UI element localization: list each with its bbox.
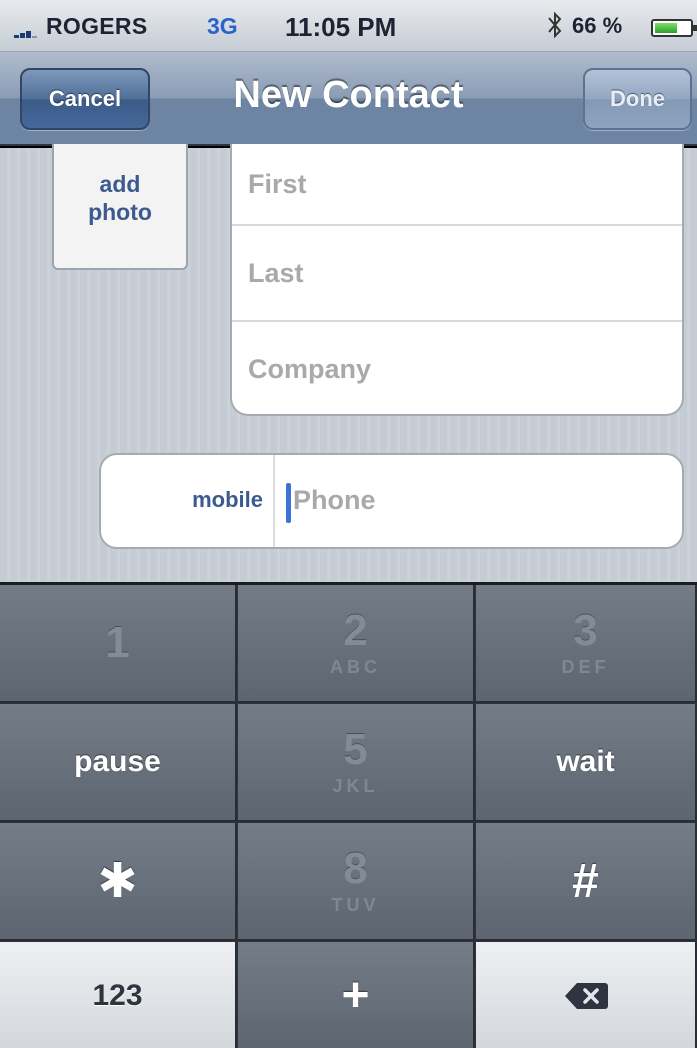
- key-plus[interactable]: +: [238, 942, 475, 1048]
- key-wait-label: wait: [556, 745, 615, 778]
- key-hash[interactable]: #: [476, 823, 697, 941]
- key-3-digit: 3: [573, 605, 598, 655]
- add-photo-button[interactable]: add photo: [52, 144, 188, 270]
- add-photo-label-line2: photo: [88, 199, 152, 225]
- key-5[interactable]: 5 JKL: [238, 704, 475, 822]
- done-button[interactable]: Done: [583, 68, 692, 130]
- first-name-placeholder: First: [248, 168, 307, 199]
- key-backspace[interactable]: [476, 942, 697, 1048]
- key-2-letters: ABC: [330, 656, 381, 677]
- add-photo-label-line1: add: [99, 171, 141, 197]
- backspace-icon: [564, 982, 608, 1009]
- navigation-bar: Cancel New Contact Done: [0, 52, 697, 146]
- company-placeholder: Company: [248, 353, 372, 384]
- first-name-field[interactable]: First: [232, 144, 682, 226]
- network-type: 3G: [207, 13, 238, 39]
- contact-form: add photo First Last Company mobile Phon…: [0, 144, 697, 582]
- key-hash-symbol: #: [572, 854, 599, 908]
- bluetooth-icon: [548, 11, 562, 39]
- key-8-digit: 8: [343, 843, 368, 893]
- battery-percent: 66 %: [572, 13, 623, 38]
- status-time: 11:05 PM: [285, 12, 397, 42]
- key-8-letters: TUV: [331, 894, 380, 915]
- key-2[interactable]: 2 ABC: [238, 585, 475, 703]
- key-plus-symbol: +: [341, 969, 370, 1022]
- key-5-digit: 5: [343, 724, 368, 774]
- key-8[interactable]: 8 TUV: [238, 823, 475, 941]
- phone-keypad: 1 2 ABC 3 DEF pause 5 JKL wait ✱ 8 TUV #…: [0, 582, 697, 1048]
- text-cursor: [286, 483, 291, 523]
- battery-icon: [651, 19, 697, 37]
- key-wait[interactable]: wait: [476, 704, 697, 822]
- last-name-field[interactable]: Last: [232, 226, 682, 322]
- key-3-letters: DEF: [561, 656, 610, 677]
- key-star-symbol: ✱: [97, 855, 138, 908]
- key-pause-label: pause: [74, 745, 161, 778]
- key-star[interactable]: ✱: [0, 823, 237, 941]
- key-3[interactable]: 3 DEF: [476, 585, 697, 703]
- status-bar: ROGERS 3G 11:05 PM 66 %: [0, 0, 697, 52]
- signal-bars-icon: [14, 30, 42, 38]
- key-pause[interactable]: pause: [0, 704, 237, 822]
- carrier-name: ROGERS: [46, 13, 148, 39]
- key-1-digit: 1: [105, 618, 130, 667]
- key-2-digit: 2: [343, 605, 368, 655]
- phone-type-label[interactable]: mobile: [101, 487, 271, 513]
- key-5-letters: JKL: [332, 775, 379, 796]
- name-field-group: First Last Company: [230, 144, 684, 416]
- phone-field-group: mobile Phone: [99, 453, 684, 549]
- company-field[interactable]: Company: [232, 322, 682, 414]
- key-123-label: 123: [92, 978, 143, 1012]
- last-name-placeholder: Last: [248, 257, 304, 288]
- key-1[interactable]: 1: [0, 585, 237, 703]
- phone-input[interactable]: Phone: [293, 485, 376, 516]
- key-123[interactable]: 123: [0, 942, 237, 1048]
- phone-divider: [273, 455, 275, 547]
